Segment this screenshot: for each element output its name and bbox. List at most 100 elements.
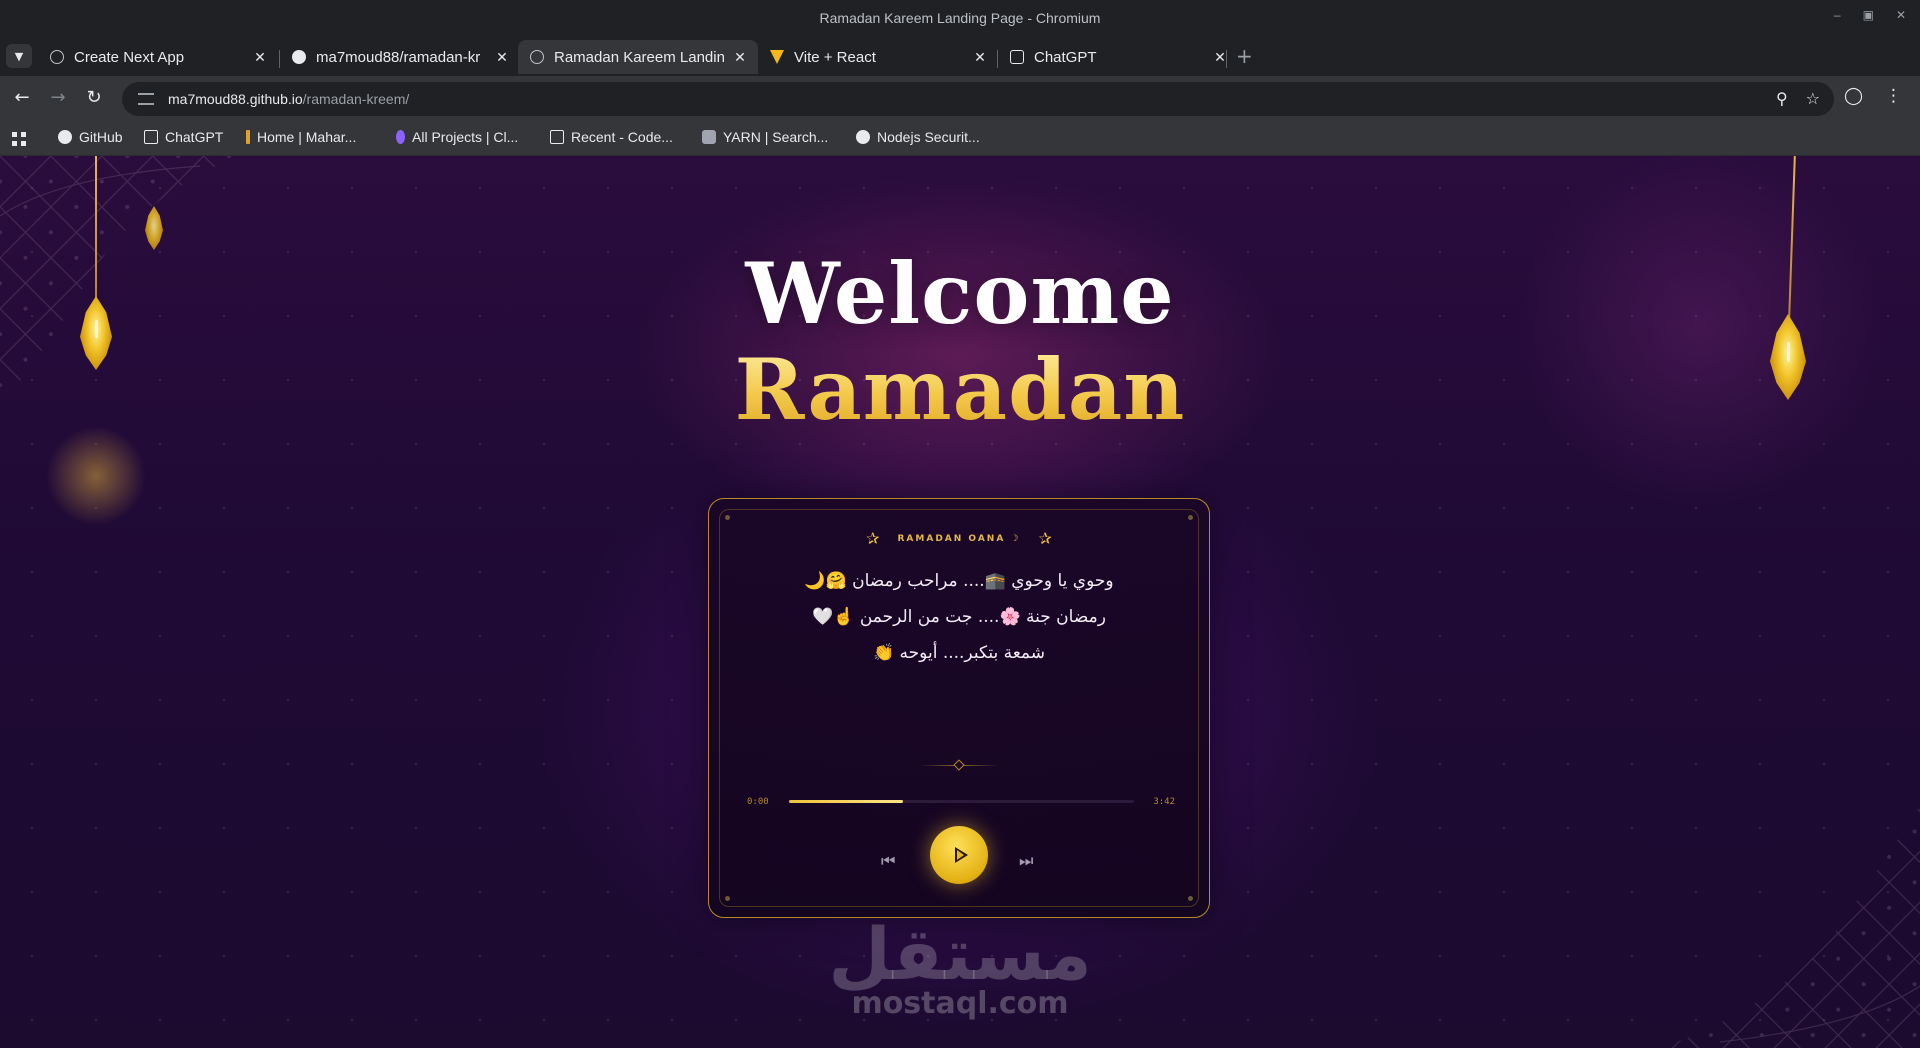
maximize-icon[interactable]: ▣ bbox=[1863, 8, 1874, 22]
next-track-button[interactable]: ⏭ bbox=[1019, 851, 1033, 871]
plus-icon: + bbox=[1236, 44, 1253, 68]
bookmark-nodejs-security[interactable]: Nodejs Securit... bbox=[856, 129, 980, 145]
lantern-glow bbox=[46, 426, 146, 526]
back-button[interactable]: ← bbox=[10, 86, 34, 110]
bookmarks-bar: GitHub ChatGPT Home | Mahar... All Proje… bbox=[0, 122, 1920, 156]
url-host: ma7moud88.github.io bbox=[168, 91, 303, 107]
chevron-down-icon: ▼ bbox=[14, 49, 24, 63]
close-tab-icon[interactable]: ✕ bbox=[972, 49, 988, 66]
tab-title: Vite + React bbox=[794, 48, 876, 66]
tab-separator bbox=[1226, 50, 1227, 68]
chatgpt-icon bbox=[144, 130, 158, 144]
forward-button[interactable]: → bbox=[46, 86, 70, 110]
bookmark-yarn-search[interactable]: YARN | Search... bbox=[702, 129, 828, 145]
corner-ornament bbox=[1188, 896, 1193, 901]
player-header: ✰ RAMADAN OANA ☽ ✰ bbox=[709, 529, 1209, 548]
bookmark-label: All Projects | Cl... bbox=[412, 129, 519, 145]
close-tab-icon[interactable]: ✕ bbox=[732, 49, 748, 66]
vite-icon bbox=[770, 50, 784, 64]
tab-ramadan-kareem[interactable]: Ramadan Kareem Landin ✕ bbox=[518, 40, 758, 74]
minimize-icon[interactable]: – bbox=[1834, 8, 1841, 22]
bookmark-label: Nodejs Securit... bbox=[877, 129, 980, 145]
lyrics-line: رمضان جنة 🌸.... جت من الرحمن ☝️🤍 bbox=[812, 607, 1106, 627]
address-bar-actions: ⚲ ☆ bbox=[1776, 89, 1820, 108]
watermark-arabic: مستقل bbox=[828, 912, 1092, 996]
corner-ornament bbox=[725, 896, 730, 901]
star-icon: ✰ bbox=[1038, 529, 1052, 548]
lyrics-line: وحوي يا وحوي 🕋.... مراحب رمضان 🤗🌙 bbox=[804, 571, 1114, 591]
tab-github-repo[interactable]: ma7moud88/ramadan-kr ✕ bbox=[280, 40, 520, 74]
station-label: RAMADAN OANA ☽ bbox=[897, 533, 1021, 544]
close-tab-icon[interactable]: ✕ bbox=[252, 49, 268, 66]
url-text[interactable]: ma7moud88.github.io/ramadan-kreem/ bbox=[168, 91, 409, 107]
tab-title: Ramadan Kareem Landin bbox=[554, 48, 725, 66]
skip-previous-icon: ⏮ bbox=[881, 851, 896, 870]
globe-icon bbox=[50, 50, 64, 64]
eye-icon bbox=[396, 130, 405, 144]
close-tab-icon[interactable]: ✕ bbox=[494, 49, 510, 66]
toolbar-actions: ◯ ⋮ bbox=[1844, 86, 1902, 106]
play-icon bbox=[954, 847, 968, 863]
bookmark-home-mahar[interactable]: Home | Mahar... bbox=[246, 129, 356, 145]
chatgpt-icon bbox=[1010, 50, 1024, 64]
previous-track-button[interactable]: ⏮ bbox=[881, 851, 895, 871]
more-menu-icon[interactable]: ⋮ bbox=[1885, 86, 1902, 106]
bookmark-label: GitHub bbox=[79, 129, 123, 145]
close-window-icon[interactable]: ✕ bbox=[1896, 8, 1906, 22]
profile-icon[interactable]: ◯ bbox=[1844, 86, 1863, 106]
arrow-right-icon: → bbox=[50, 87, 66, 108]
tab-search-button[interactable]: ▼ bbox=[6, 44, 32, 68]
reload-button[interactable]: ↻ bbox=[82, 86, 106, 110]
window-title: Ramadan Kareem Landing Page - Chromium bbox=[819, 10, 1101, 26]
bookmark-star-icon[interactable]: ☆ bbox=[1806, 89, 1820, 108]
browser-toolbar: ← → ↻ ma7moud88.github.io/ramadan-kreem/… bbox=[0, 76, 1920, 122]
hero-title-welcome: Welcome bbox=[745, 244, 1175, 343]
square-icon bbox=[550, 130, 564, 144]
reload-icon: ↻ bbox=[86, 87, 102, 108]
torch-icon bbox=[246, 130, 250, 144]
current-time: 0:00 bbox=[747, 797, 769, 807]
tab-vite-react[interactable]: Vite + React ✕ bbox=[758, 40, 998, 74]
corner-ornament bbox=[725, 515, 730, 520]
bookmark-all-projects[interactable]: All Projects | Cl... bbox=[396, 129, 518, 145]
site-info-icon[interactable] bbox=[138, 93, 154, 105]
bookmark-label: Home | Mahar... bbox=[257, 129, 357, 145]
bookmark-github[interactable]: GitHub bbox=[58, 129, 123, 145]
lyrics-block: وحوي يا وحوي 🕋.... مراحب رمضان 🤗🌙 رمضان … bbox=[709, 563, 1209, 671]
window-controls: – ▣ ✕ bbox=[1834, 8, 1906, 22]
track-duration: 3:42 bbox=[1153, 797, 1175, 807]
bookmark-label: YARN | Search... bbox=[723, 129, 829, 145]
bookmark-recent-code[interactable]: Recent - Code... bbox=[550, 129, 673, 145]
progress-fill bbox=[789, 800, 903, 803]
nodejs-icon bbox=[856, 130, 870, 144]
address-bar[interactable]: ma7moud88.github.io/ramadan-kreem/ ⚲ ☆ bbox=[122, 82, 1834, 116]
zoom-icon[interactable]: ⚲ bbox=[1776, 89, 1788, 108]
hero-title-ramadan: Ramadan bbox=[0, 340, 1920, 439]
bookmark-chatgpt[interactable]: ChatGPT bbox=[144, 129, 223, 145]
music-player-card: ✰ RAMADAN OANA ☽ ✰ وحوي يا وحوي 🕋.... مر… bbox=[708, 498, 1210, 918]
tab-strip: ▼ Create Next App ✕ ma7moud88/ramadan-kr… bbox=[0, 36, 1920, 76]
tab-chatgpt[interactable]: ChatGPT ✕ bbox=[998, 40, 1238, 74]
progress-bar[interactable] bbox=[789, 800, 1134, 803]
star-icon: ✰ bbox=[866, 529, 880, 548]
github-icon bbox=[58, 130, 72, 144]
yarn-icon bbox=[702, 130, 716, 144]
tab-title: ChatGPT bbox=[1034, 48, 1097, 66]
apps-grid-icon[interactable] bbox=[12, 132, 26, 146]
github-icon bbox=[292, 50, 306, 64]
url-path: /ramadan-kreem/ bbox=[302, 91, 410, 107]
page-viewport: Welcome Ramadan ✰ RAMADAN OANA ☽ ✰ وحوي … bbox=[0, 156, 1920, 1048]
arrow-left-icon: ← bbox=[14, 87, 30, 108]
window-titlebar: Ramadan Kareem Landing Page - Chromium –… bbox=[0, 0, 1920, 36]
watermark-domain: mostaql.com bbox=[851, 986, 1069, 1021]
tab-create-next-app[interactable]: Create Next App ✕ bbox=[38, 40, 278, 74]
globe-icon bbox=[530, 50, 544, 64]
bookmark-label: ChatGPT bbox=[165, 129, 224, 145]
tab-title: ma7moud88/ramadan-kr bbox=[316, 48, 481, 66]
play-button[interactable] bbox=[930, 826, 988, 884]
skip-next-icon: ⏭ bbox=[1019, 851, 1034, 870]
bookmark-label: Recent - Code... bbox=[571, 129, 673, 145]
new-tab-button[interactable]: + bbox=[1236, 44, 1253, 68]
lyrics-line: شمعة بتكبر.... أيوحه 👏 bbox=[872, 643, 1045, 663]
corner-ornament bbox=[1188, 515, 1193, 520]
